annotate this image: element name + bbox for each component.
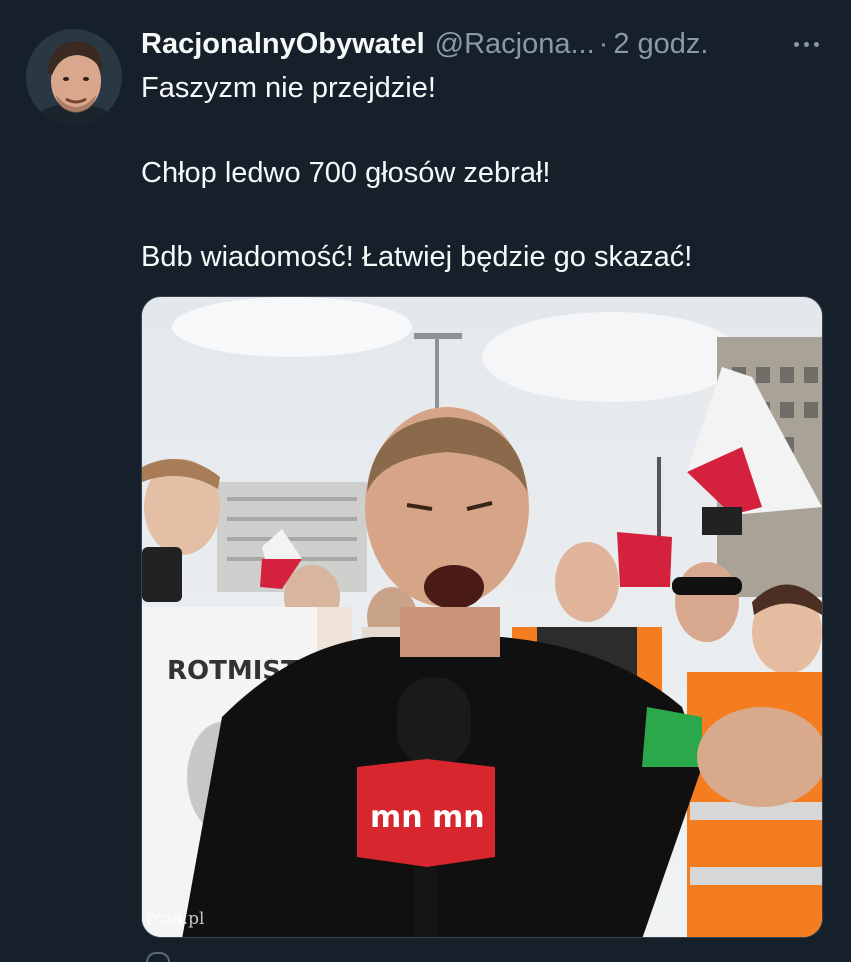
more-horizontal-icon[interactable] [786,24,826,64]
avatar-image [26,29,122,125]
author-avatar[interactable] [26,29,122,125]
tweet-text-line: Faszyzm nie przejdzie! [141,72,436,104]
author-handle[interactable]: @Racjona... [435,28,595,61]
protest-photo: ROTMISTRZ mn mn [142,297,822,937]
tweet-text-line: Bdb wiadomość! Łatwiej będzie go skazać! [141,241,693,273]
tweet-header: RacjonalnyObywatel @Racjona... · 2 godz. [141,24,821,64]
mic-logo-left: mn [370,800,423,835]
tweet[interactable]: RacjonalnyObywatel @Racjona... · 2 godz.… [0,0,851,962]
tweet-timestamp[interactable]: 2 godz. [613,28,708,61]
reply-icon[interactable] [146,952,170,962]
header-separator: · [598,27,609,60]
tweet-text-line: Chłop ledwo 700 głosów zebrał! [141,157,551,189]
author-display-name[interactable]: RacjonalnyObywatel [141,28,425,61]
photo-watermark: rcza.pl [146,909,205,929]
tweet-media-photo[interactable]: ROTMISTRZ mn mn rcza.pl [141,296,823,938]
mic-logo-right: mn [432,800,485,835]
